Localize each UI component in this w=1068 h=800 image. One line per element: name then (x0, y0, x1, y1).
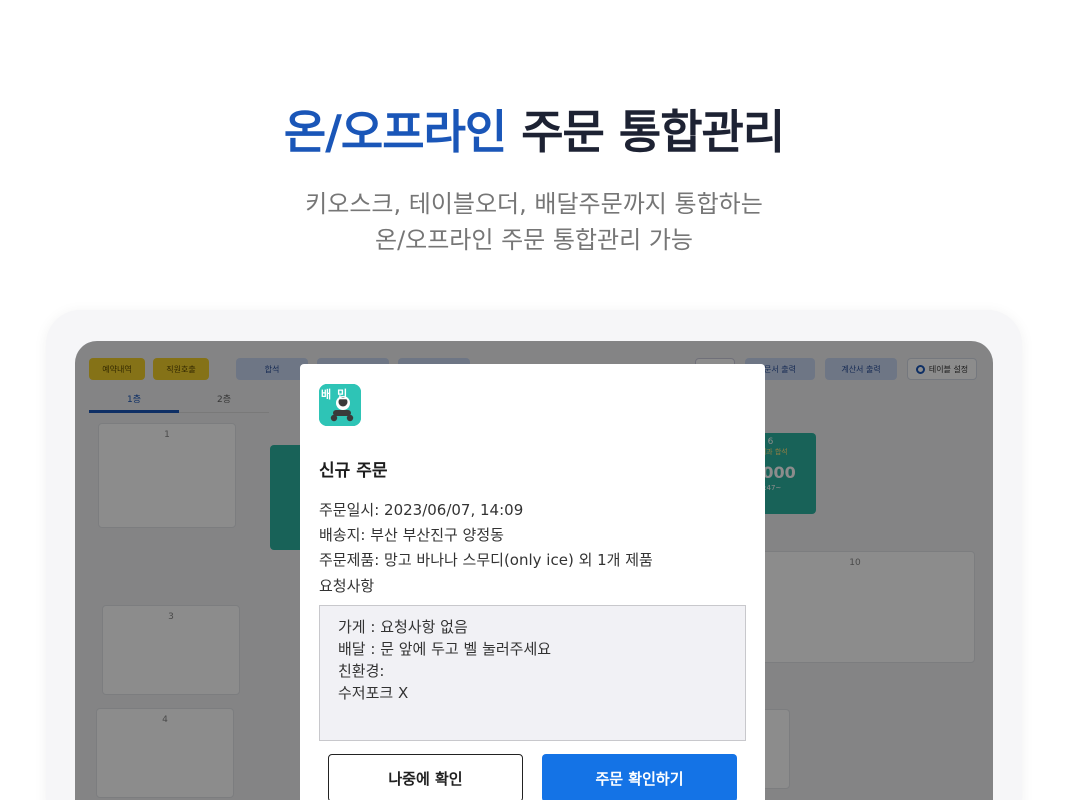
hero-title: 온/오프라인 주문 통합관리 (0, 96, 1068, 162)
baemin-app-icon: 배민 (319, 384, 361, 426)
request-box: 가게 : 요청사항 없음 배달 : 문 앞에 두고 벨 눌러주세요 친환경: 수… (319, 605, 746, 741)
order-items: 주문제품: 망고 바나나 스무디(only ice) 외 1개 제품 (319, 551, 653, 569)
hero-subtitle-line1: 키오스크, 테이블오더, 배달주문까지 통합하는 (305, 190, 763, 218)
hero-subtitle-line2: 온/오프라인 주문 통합관리 가능 (374, 226, 693, 254)
later-button[interactable]: 나중에 확인 (328, 754, 523, 800)
order-datetime: 주문일시: 2023/06/07, 14:09 (319, 501, 524, 519)
request-label: 요청사항 (319, 577, 375, 595)
hero-subtitle: 키오스크, 테이블오더, 배달주문까지 통합하는 온/오프라인 주문 통합관리 … (0, 186, 1068, 258)
hero-title-rest: 주문 통합관리 (506, 105, 785, 159)
request-line: 친환경: (338, 662, 385, 680)
hero-title-accent: 온/오프라인 (283, 105, 507, 159)
request-line: 가게 : 요청사항 없음 (338, 618, 468, 636)
modal-title: 신규 주문 (319, 461, 388, 481)
request-line: 배달 : 문 앞에 두고 벨 눌러주세요 (338, 640, 552, 658)
app-icon-label: 배민 (321, 388, 354, 401)
request-line: 수저포크 X (338, 684, 409, 702)
new-order-modal: 배민 신규 주문 주문일시: 2023/06/07, 14:09 배송지: 부산… (300, 364, 765, 800)
confirm-order-button[interactable]: 주문 확인하기 (542, 754, 737, 800)
delivery-address: 배송지: 부산 부산진구 양정동 (319, 526, 504, 544)
